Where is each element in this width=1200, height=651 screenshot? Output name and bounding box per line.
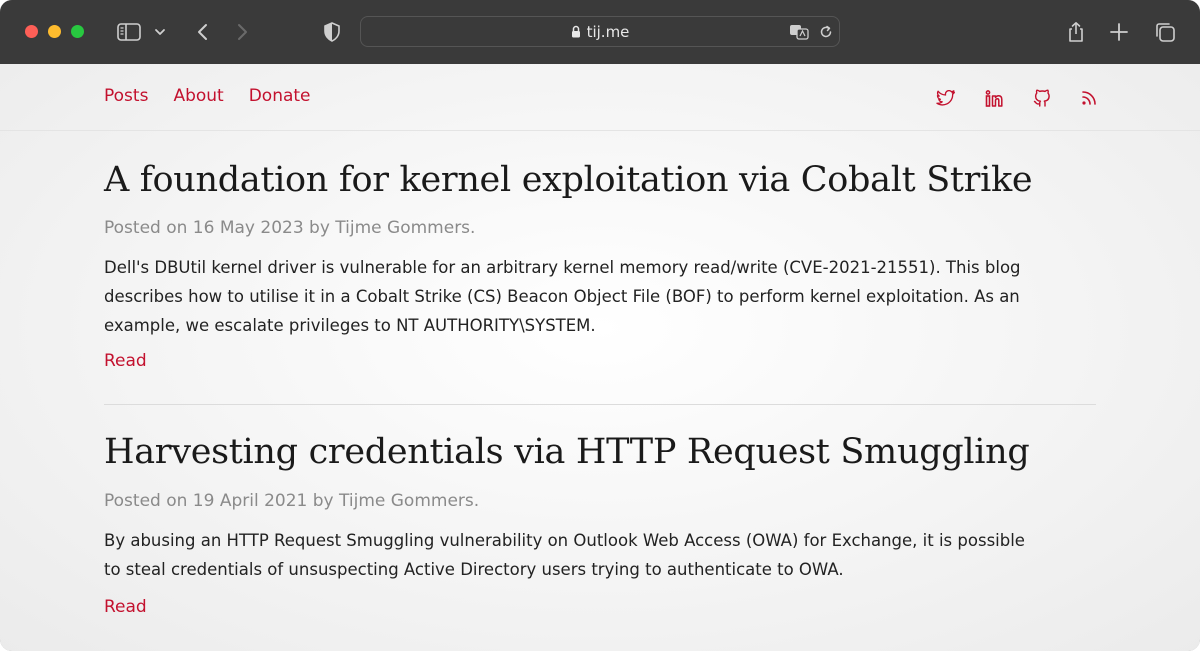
github-icon[interactable] xyxy=(1031,88,1053,108)
post-description-line: Dell's DBUtil kernel driver is vulnerabl… xyxy=(104,258,1021,277)
share-icon[interactable] xyxy=(1064,18,1088,46)
minimize-window-button[interactable] xyxy=(48,25,61,38)
sidebar-icon[interactable] xyxy=(116,20,142,44)
post-title[interactable]: A foundation for kernel exploitation via… xyxy=(104,160,1033,200)
forward-icon[interactable] xyxy=(233,20,253,44)
new-tab-icon[interactable] xyxy=(1108,20,1130,44)
post-divider xyxy=(104,404,1096,405)
post-title[interactable]: Harvesting credentials via HTTP Request … xyxy=(104,432,1030,472)
browser-window: tij.me Posts About Donate A foundation f… xyxy=(0,0,1200,651)
post-description-line: example, we escalate privileges to NT AU… xyxy=(104,316,596,335)
close-window-button[interactable] xyxy=(25,25,38,38)
read-link[interactable]: Read xyxy=(104,597,147,617)
post-meta: Posted on 19 April 2021 by Tijme Gommers… xyxy=(104,491,480,511)
url-text: tij.me xyxy=(586,23,630,41)
lock-icon xyxy=(571,24,581,42)
post-description-line: to steal credentials of unsuspecting Act… xyxy=(104,560,844,579)
post-description-line: describes how to utilise it in a Cobalt … xyxy=(104,287,1020,306)
nav-posts-link[interactable]: Posts xyxy=(104,86,148,106)
address-bar[interactable]: tij.me xyxy=(360,16,840,47)
address-url: tij.me xyxy=(361,23,839,42)
translate-icon[interactable] xyxy=(789,23,809,41)
site-nav: Posts About Donate xyxy=(104,86,336,106)
page-content: Posts About Donate A foundation for kernel… xyxy=(0,64,1200,651)
post-description-line: By abusing an HTTP Request Smuggling vul… xyxy=(104,531,1025,550)
nav-about-link[interactable]: About xyxy=(173,86,223,106)
chevron-down-icon[interactable] xyxy=(153,24,167,40)
shield-icon[interactable] xyxy=(320,20,344,44)
back-icon[interactable] xyxy=(192,20,212,44)
rss-icon[interactable] xyxy=(1078,88,1100,108)
nav-donate-link[interactable]: Donate xyxy=(249,86,311,106)
zoom-window-button[interactable] xyxy=(71,25,84,38)
twitter-icon[interactable] xyxy=(935,88,957,108)
read-link[interactable]: Read xyxy=(104,351,147,371)
post-description: By abusing an HTTP Request Smuggling vul… xyxy=(104,526,1104,584)
reload-icon[interactable] xyxy=(817,23,835,41)
linkedin-icon[interactable] xyxy=(983,88,1005,108)
tab-overview-icon[interactable] xyxy=(1153,20,1177,44)
browser-toolbar: tij.me xyxy=(0,0,1200,64)
post-meta: Posted on 16 May 2023 by Tijme Gommers. xyxy=(104,218,476,238)
post-description: Dell's DBUtil kernel driver is vulnerabl… xyxy=(104,253,1104,340)
nav-divider xyxy=(0,130,1200,131)
